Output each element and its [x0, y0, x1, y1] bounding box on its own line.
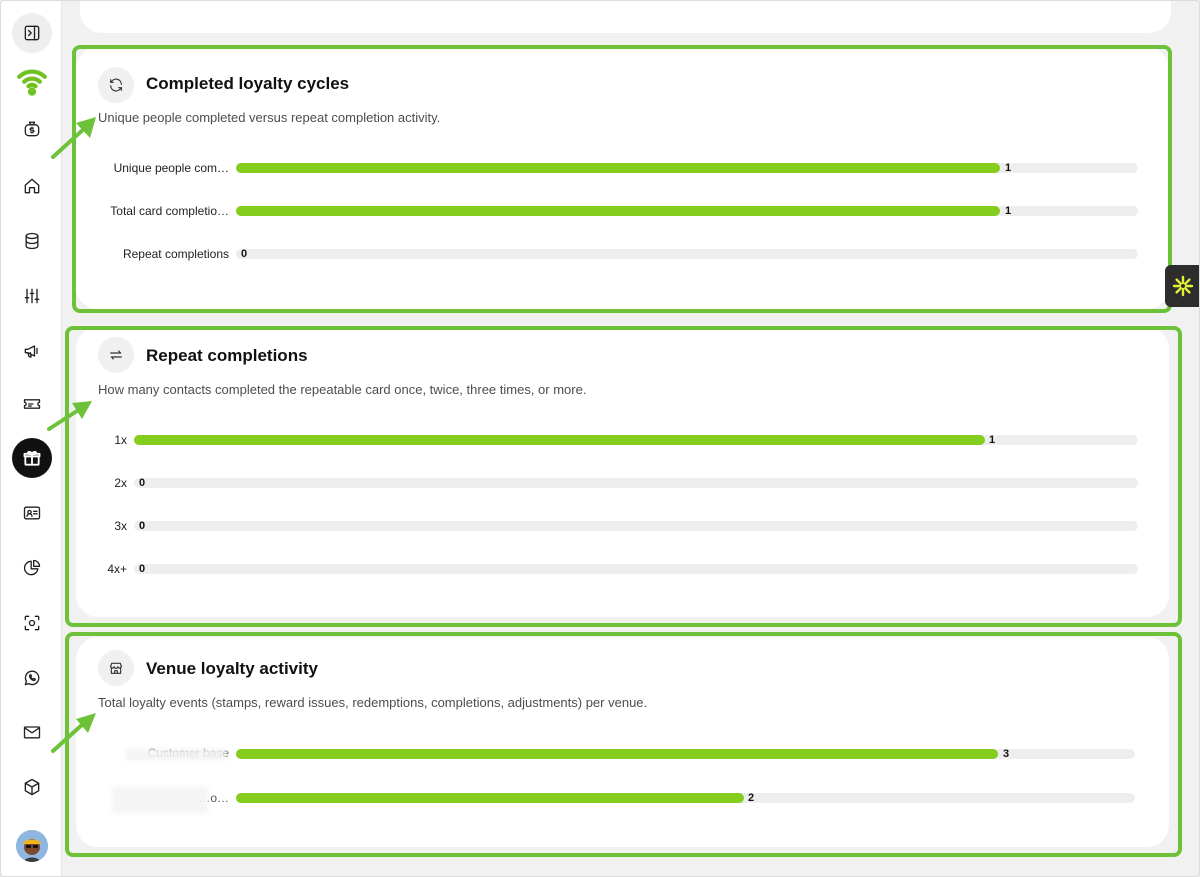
asterisk-spark-icon	[1172, 275, 1194, 297]
mail-icon[interactable]	[12, 712, 52, 752]
whatsapp-icon[interactable]	[12, 658, 52, 698]
scan-icon[interactable]	[12, 603, 52, 643]
annotation-arrow	[51, 117, 96, 159]
assistant-tab[interactable]	[1165, 265, 1199, 307]
database-icon[interactable]	[12, 221, 52, 261]
id-card-icon[interactable]	[12, 493, 52, 533]
app-window: Completed loyalty cycles Unique people c…	[0, 0, 1200, 877]
annotation-arrow	[47, 401, 92, 431]
box-icon[interactable]	[12, 767, 52, 807]
wifi-logo-icon[interactable]	[12, 61, 52, 101]
highlight-box	[72, 45, 1172, 313]
megaphone-icon[interactable]	[12, 331, 52, 371]
main-content: Completed loyalty cycles Unique people c…	[47, 1, 1199, 876]
sliders-icon[interactable]	[12, 276, 52, 316]
home-icon[interactable]	[12, 166, 52, 206]
highlight-box	[65, 326, 1182, 627]
money-bag-icon[interactable]	[12, 109, 52, 149]
panel-toggle-icon[interactable]	[12, 13, 52, 53]
highlight-box	[65, 632, 1182, 857]
gift-icon[interactable]	[12, 438, 52, 478]
avatar[interactable]	[16, 830, 48, 862]
previous-card	[80, 1, 1171, 33]
annotation-arrow	[51, 713, 96, 753]
pie-chart-icon[interactable]	[12, 548, 52, 588]
